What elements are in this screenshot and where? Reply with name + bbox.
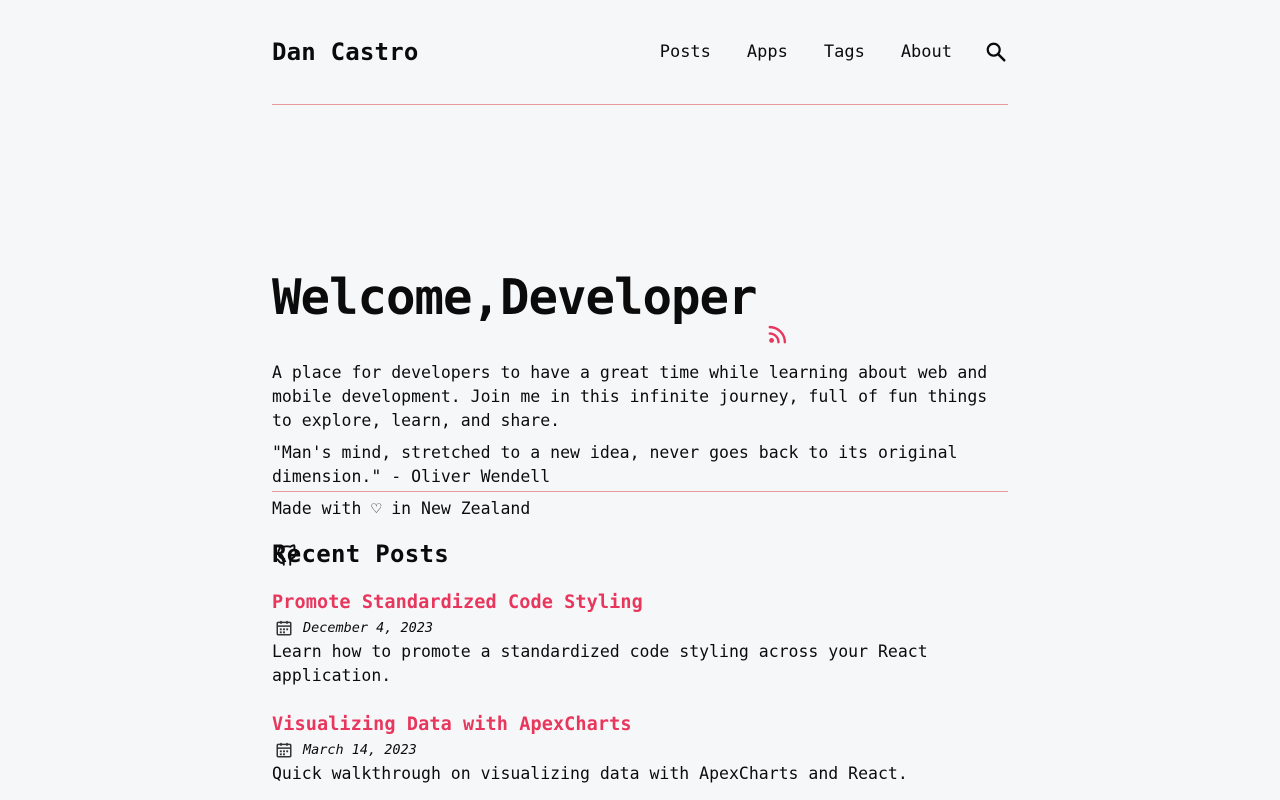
site-header: Dan Castro Posts Apps Tags About	[272, 0, 1008, 105]
made-with-text: Made with ♡ in New Zealand	[272, 499, 531, 518]
post-excerpt: Quick walkthrough on visualizing data wi…	[272, 764, 908, 783]
nav-tags[interactable]: Tags	[824, 42, 865, 62]
intro-block: A place for developers to have a great t…	[272, 361, 1008, 529]
hero-section: Welcome,Developer A place for developers…	[272, 105, 1008, 566]
post-date: March 14, 2023	[272, 740, 1008, 760]
post-item: Visualizing Data with ApexCharts March 1…	[272, 714, 1008, 786]
post-title-link[interactable]: Visualizing Data with ApexCharts	[272, 714, 1008, 735]
rss-icon[interactable]	[767, 300, 789, 344]
post-title-link[interactable]: Promote Standardized Code Styling	[272, 592, 1008, 613]
post-date-text: March 14, 2023	[303, 742, 417, 758]
calendar-icon	[276, 620, 292, 636]
post-item: Promote Standardized Code Styling Decemb…	[272, 592, 1008, 688]
search-icon[interactable]	[984, 40, 1008, 64]
main-nav: Posts Apps Tags About	[660, 40, 1008, 64]
quote-text: "Man's mind, stretched to a new idea, ne…	[272, 443, 958, 486]
recent-posts-heading: Recent Posts	[272, 540, 449, 568]
welcome-heading: Welcome,Developer	[272, 269, 758, 326]
calendar-icon	[276, 742, 292, 758]
page-container: Dan Castro Posts Apps Tags About Welcome…	[272, 0, 1008, 783]
recent-posts-section: Recent Posts Promote Standardized Code S…	[272, 540, 1008, 786]
post-excerpt: Learn how to promote a standardized code…	[272, 642, 928, 685]
intro-text: A place for developers to have a great t…	[272, 363, 988, 430]
site-title-link[interactable]: Dan Castro	[272, 38, 419, 66]
page-title: Welcome,Developer	[272, 269, 789, 344]
nav-apps[interactable]: Apps	[747, 42, 788, 62]
post-date: December 4, 2023	[272, 618, 1008, 638]
post-date-text: December 4, 2023	[303, 620, 434, 636]
nav-about[interactable]: About	[901, 42, 952, 62]
nav-posts[interactable]: Posts	[660, 42, 711, 62]
